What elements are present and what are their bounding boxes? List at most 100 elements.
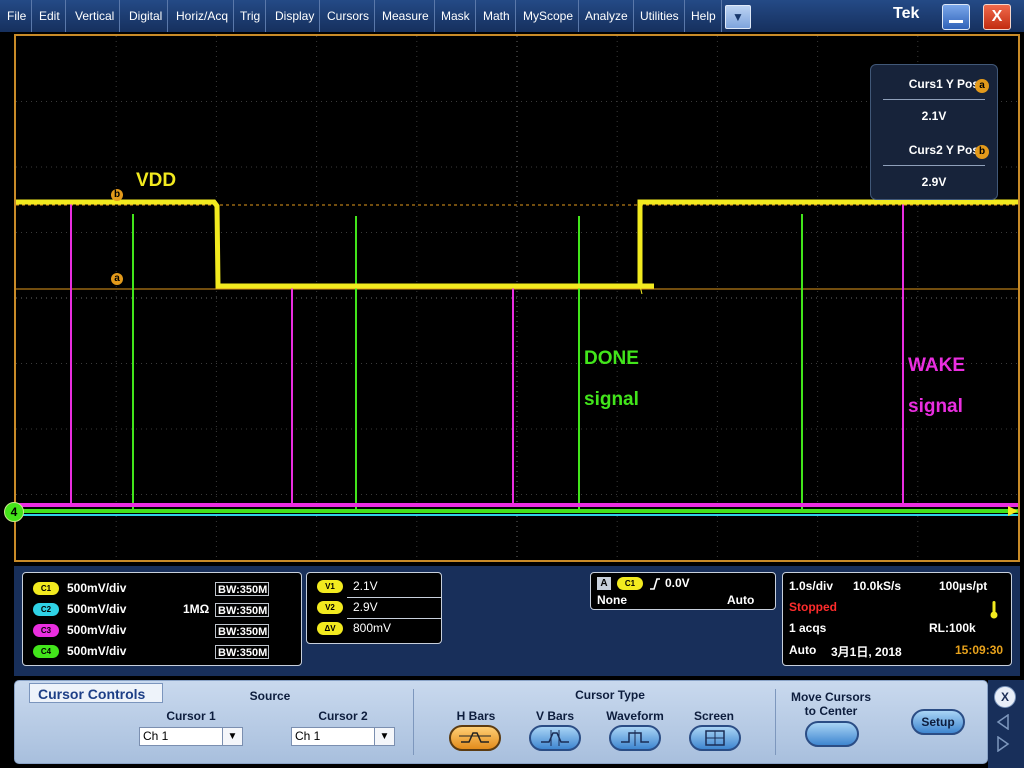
- brand-logo: Tek: [893, 5, 920, 22]
- wake-pulses: [70, 204, 904, 506]
- ch1-scale: 500mV/div: [67, 581, 127, 595]
- rising-edge-icon: [650, 578, 660, 590]
- cursor1-label: Cursor 1: [166, 709, 216, 723]
- menu-trig[interactable]: Trig: [235, 0, 267, 32]
- setup-button[interactable]: Setup: [911, 709, 965, 735]
- close-panel-icon[interactable]: X: [994, 686, 1016, 708]
- divider: [775, 689, 776, 755]
- curs1-badge: a: [975, 79, 989, 93]
- chevron-down-icon[interactable]: ▼: [374, 728, 394, 745]
- done-label-line1: DONE: [584, 348, 639, 369]
- ch3-badge: C3: [33, 624, 59, 637]
- v-bars-icon: [541, 730, 569, 746]
- done-label-line2: signal: [584, 389, 639, 410]
- acq-date: 3月1日, 2018: [831, 645, 902, 659]
- move-cursors-label-line1: Move Cursors: [790, 690, 872, 704]
- v2-badge: V2: [317, 601, 343, 614]
- trigger-mode: Auto: [727, 593, 755, 607]
- ch1-bandwidth: BW:350M: [215, 582, 269, 596]
- ch1-trace: [16, 199, 1018, 289]
- screen-icon: [705, 730, 725, 746]
- menu-horiz-acq[interactable]: Horiz/Acq: [171, 0, 235, 32]
- trigger-box[interactable]: A C1 0.0V None Auto: [590, 572, 776, 610]
- menu-analyze[interactable]: Analyze: [580, 0, 634, 32]
- screen-label: Screen: [693, 709, 735, 723]
- cursor2-label: Cursor 2: [318, 709, 368, 723]
- waveform-button[interactable]: [609, 725, 661, 751]
- status-strip: C1 500mV/div BW:350M C2 500mV/div 1MΩ BW…: [14, 566, 1020, 676]
- cursor-readout: Curs1 Y Pos a 2.1V Curs2 Y Pos b 2.9V: [870, 64, 998, 200]
- v1-value: 2.1V: [353, 579, 378, 593]
- menu-myscope[interactable]: MyScope: [518, 0, 580, 32]
- menu-math[interactable]: Math: [478, 0, 516, 32]
- trigger-channel-badge: C1: [617, 577, 643, 590]
- record-length: RL:100k: [929, 621, 976, 635]
- menu-help[interactable]: Help: [686, 0, 722, 32]
- delta-v-badge: ΔV: [317, 622, 343, 635]
- trigger-coupling: None: [597, 593, 627, 607]
- curs2-badge: b: [975, 145, 989, 159]
- channel-row-2[interactable]: C2 500mV/div 1MΩ BW:350M: [23, 600, 301, 620]
- acq-time: 15:09:30: [955, 643, 1004, 657]
- ch1-badge: C1: [33, 582, 59, 595]
- cursor-controls-panel: Cursor Controls Source Cursor 1 Ch 1 ▼ Cu…: [14, 680, 988, 764]
- acq-count: 1 acqs: [789, 621, 827, 635]
- menu-display[interactable]: Display: [270, 0, 321, 32]
- acquisition-box[interactable]: 1.0s/div 10.0kS/s 100µs/pt Stopped 1 acq…: [782, 572, 1012, 666]
- tab-cursor-controls[interactable]: Cursor Controls: [29, 683, 163, 703]
- chevron-down-icon[interactable]: ▼: [222, 728, 242, 745]
- menu-measure[interactable]: Measure: [377, 0, 435, 32]
- cursor1-source-select[interactable]: Ch 1 ▼: [139, 727, 243, 746]
- chevron-down-icon[interactable]: ▼: [725, 5, 751, 29]
- divider: [883, 99, 985, 100]
- ch4-badge: C4: [33, 645, 59, 658]
- source-label: Source: [249, 689, 291, 703]
- menu-file[interactable]: File: [2, 0, 33, 32]
- trigger-source-letter: A: [597, 577, 611, 590]
- acq-mode: Auto: [789, 643, 817, 657]
- waveform-icon: [621, 730, 649, 746]
- ch2-badge: C2: [33, 603, 59, 616]
- ch2-bandwidth: BW:350M: [215, 603, 269, 617]
- h-bars-label: H Bars: [456, 709, 496, 723]
- channel-settings-box[interactable]: C1 500mV/div BW:350M C2 500mV/div 1MΩ BW…: [22, 572, 302, 666]
- divider: [413, 689, 414, 755]
- sample-rate: 10.0kS/s: [853, 579, 902, 593]
- menu-vertical[interactable]: Vertical: [70, 0, 121, 32]
- v2-value: 2.9V: [353, 600, 378, 614]
- menu-edit[interactable]: Edit: [34, 0, 66, 32]
- menu-mask[interactable]: Mask: [436, 0, 476, 32]
- menu-digital[interactable]: Digital: [124, 0, 169, 32]
- panel-side-strip: X: [988, 680, 1024, 768]
- wake-label-line1: WAKE: [908, 355, 965, 376]
- cursor-value-row: V2 2.9V: [307, 598, 441, 618]
- waveform-display[interactable]: VDD DONE signal WAKE signal b a 4 Curs1 …: [4, 34, 1020, 562]
- channel-row-1[interactable]: C1 500mV/div BW:350M: [23, 579, 301, 599]
- acq-state: Stopped: [789, 600, 837, 614]
- triangle-left-icon[interactable]: [996, 714, 1010, 730]
- h-bars-button[interactable]: [449, 725, 501, 751]
- trigger-level: 0.0V: [665, 576, 690, 590]
- ch3-bandwidth: BW:350M: [215, 624, 269, 638]
- cursor2-source-select[interactable]: Ch 1 ▼: [291, 727, 395, 746]
- cursor-b-marker[interactable]: b: [111, 189, 123, 201]
- ch4-ground-marker[interactable]: 4: [4, 502, 24, 522]
- screen-button[interactable]: [689, 725, 741, 751]
- triangle-right-icon[interactable]: [996, 736, 1010, 752]
- ch4-scale: 500mV/div: [67, 644, 127, 658]
- curs2-title: Curs2 Y Pos: [908, 143, 979, 157]
- channel-row-4[interactable]: C4 500mV/div BW:350M: [23, 642, 301, 662]
- move-cursors-to-center-button[interactable]: [805, 721, 859, 747]
- cursor-value-row: ΔV 800mV: [307, 619, 441, 639]
- v-bars-button[interactable]: [529, 725, 581, 751]
- ch2-scale: 500mV/div: [67, 602, 127, 616]
- time-per-div: 1.0s/div: [789, 579, 834, 593]
- close-icon[interactable]: X: [983, 4, 1011, 30]
- menu-cursors[interactable]: Cursors: [322, 0, 376, 32]
- minimize-icon[interactable]: [942, 4, 970, 30]
- menu-utilities[interactable]: Utilities: [635, 0, 685, 32]
- channel-row-3[interactable]: C3 500mV/div BW:350M: [23, 621, 301, 641]
- ch2-termination: 1MΩ: [183, 602, 210, 616]
- cursor-a-marker[interactable]: a: [111, 273, 123, 285]
- cursor-values-box[interactable]: V1 2.1V V2 2.9V ΔV 800mV: [306, 572, 442, 644]
